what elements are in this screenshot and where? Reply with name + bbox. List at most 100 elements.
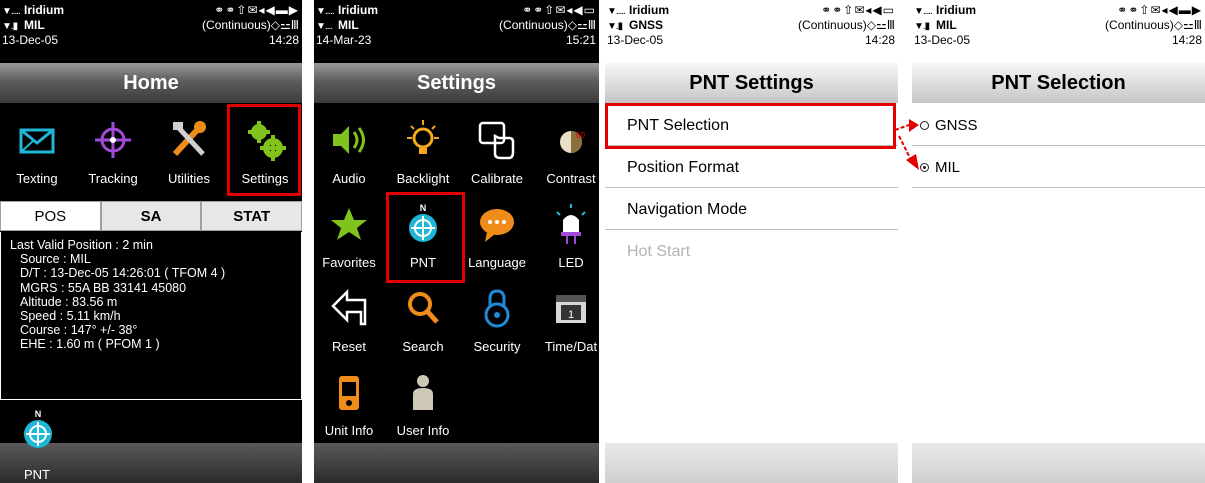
texting-label: Texting — [16, 171, 58, 186]
date-label: 13-Dec-05 — [2, 33, 59, 47]
envelope-icon — [19, 128, 55, 154]
pnt-selection-highlight — [605, 103, 896, 149]
tab-stat[interactable]: STAT — [201, 201, 302, 231]
reset-button[interactable]: Reset — [314, 278, 386, 362]
option-mil-label: MIL — [935, 159, 961, 176]
menu-item-navigation-mode[interactable]: Navigation Mode — [605, 189, 898, 230]
utilities-label: Utilities — [168, 171, 210, 186]
favorites-button[interactable]: Favorites — [314, 194, 386, 278]
led-icon — [556, 204, 586, 244]
info-ehe: EHE : 1.60 m ( PFOM 1 ) — [20, 337, 160, 352]
magnifier-icon — [408, 292, 439, 324]
audio-button[interactable]: Audio — [314, 110, 386, 194]
option-mil[interactable]: MIL — [912, 147, 1205, 188]
status-icons: ⚭⚭⇧✉◂◀▭ — [821, 3, 895, 17]
star-icon — [331, 208, 367, 240]
calibrate-button[interactable]: Calibrate — [460, 110, 534, 194]
signal-bars-icon: ▼.▮ — [914, 21, 930, 32]
touch-icon — [478, 121, 515, 160]
menu-item-position-format[interactable]: Position Format — [605, 147, 898, 188]
signal-icon: ▼..... — [607, 6, 626, 17]
tracking-button[interactable]: Tracking — [76, 110, 150, 194]
back-arrow-icon — [331, 288, 367, 326]
mode-label: MIL — [338, 18, 359, 32]
signal-icon: ▼..... — [2, 6, 21, 17]
status-right: ⚭⚭⇧✉◂◀▭ (Continuous)◇⚍Ⅲ 15:21 — [499, 4, 596, 49]
time-date-button[interactable]: 1 Time/Dat — [534, 278, 599, 362]
tracking-mode-label: (Continuous) — [1105, 18, 1174, 32]
user-icon — [413, 375, 433, 410]
info-mgrs: MGRS : 55A BB 33141 45080 — [20, 280, 187, 295]
pnt-icon: N — [24, 409, 52, 448]
page-title: Settings — [314, 63, 599, 103]
tab-sa[interactable]: SA — [100, 201, 202, 231]
pnt-shortcut-button[interactable]: N PNT — [10, 404, 66, 483]
user-info-button[interactable]: User Info — [386, 362, 460, 446]
page-title: PNT Selection — [912, 63, 1205, 103]
utilities-button[interactable]: Utilities — [152, 110, 226, 194]
lock-icon — [484, 289, 510, 328]
svg-text:1: 1 — [568, 309, 574, 321]
language-button[interactable]: Language — [460, 194, 534, 278]
svg-text:N: N — [35, 409, 42, 419]
crosshair-icon — [95, 122, 131, 158]
mode-label: GNSS — [629, 18, 664, 32]
home-screen: ▼..... Iridium ▼.▮ MIL 13-Dec-05 ⚭⚭⇧✉◂◀▬▶ … — [0, 0, 302, 483]
signal-icon: ▼..... — [316, 6, 335, 17]
security-button[interactable]: Security — [460, 278, 534, 362]
time-label: 15:21 — [565, 33, 596, 47]
status-bar: ▼..... Iridium ▼.... MIL 14-Mar-23 ⚭⚭⇧✉◂◀▭… — [314, 0, 599, 62]
unit-info-button[interactable]: Unit Info — [314, 362, 386, 446]
status-icons: ⚭⚭⇧✉◂◀▬▶ — [214, 3, 299, 17]
info-course: Course : 147° +/- 38° — [20, 323, 138, 338]
signal-bars-icon: ▼.▮ — [2, 21, 18, 32]
speaker-icon — [333, 126, 365, 154]
gps-icon: ◇⚍Ⅲ — [270, 18, 299, 32]
info-altitude: Altitude : 83.56 m — [20, 294, 118, 309]
bulb-icon — [407, 120, 439, 154]
mode-label: MIL — [936, 18, 957, 32]
status-right: ⚭⚭⇧✉◂◀▭ (Continuous)◇⚍Ⅲ 14:28 — [798, 4, 895, 49]
status-left: ▼..... Iridium ▼.▮ GNSS 13-Dec-05 — [607, 4, 669, 49]
status-left: ▼..... Iridium ▼.▮ MIL 13-Dec-05 — [914, 4, 976, 49]
time-date-label: Time/Dat — [544, 339, 598, 354]
pnt-highlight — [386, 192, 465, 283]
tracking-mode-label: (Continuous) — [798, 18, 867, 32]
contrast-icon: 60 — [560, 131, 585, 153]
gps-icon: ◇⚍Ⅲ — [1173, 18, 1202, 32]
search-button[interactable]: Search — [386, 278, 460, 362]
time-label: 14:28 — [864, 33, 895, 47]
tracking-label: Tracking — [88, 171, 138, 186]
signal-icon: ▼..... — [914, 6, 933, 17]
signal-bars-icon: ▼.... — [316, 21, 333, 32]
contrast-button[interactable]: 60 Contrast — [534, 110, 599, 194]
date-label: 13-Dec-05 — [607, 33, 664, 47]
mode-label: MIL — [24, 18, 45, 32]
status-right: ⚭⚭⇧✉◂◀▬▶ (Continuous)◇⚍Ⅲ 14:28 — [1105, 4, 1202, 49]
texting-button[interactable]: Texting — [0, 110, 74, 194]
network-name: Iridium — [338, 3, 379, 17]
network-name: Iridium — [24, 3, 65, 17]
user-info-label: User Info — [396, 423, 450, 438]
status-left: ▼..... Iridium ▼.▮ MIL 13-Dec-05 — [2, 4, 64, 49]
backlight-button[interactable]: Backlight — [386, 110, 460, 194]
led-button[interactable]: LED — [534, 194, 599, 278]
page-title: Home — [0, 63, 302, 103]
tab-pos[interactable]: POS — [0, 201, 101, 231]
info-speed: Speed : 5.11 km/h — [20, 309, 121, 324]
gps-icon: ◇⚍Ⅲ — [567, 18, 596, 32]
bottom-bar — [314, 443, 599, 483]
position-info: Last Valid Position : 2 min Source : MIL… — [10, 238, 300, 352]
settings-highlight — [227, 104, 301, 196]
status-bar: ▼..... Iridium ▼.▮ MIL 13-Dec-05 ⚭⚭⇧✉◂◀▬▶ … — [912, 0, 1205, 62]
page-title: PNT Settings — [605, 63, 898, 103]
time-label: 14:28 — [1171, 33, 1202, 47]
tracking-mode-label: (Continuous) — [202, 18, 271, 32]
option-gnss[interactable]: GNSS — [912, 105, 1205, 146]
menu-item-hot-start: Hot Start — [627, 243, 691, 260]
status-bar: ▼..... Iridium ▼.▮ MIL 13-Dec-05 ⚭⚭⇧✉◂◀▬▶ … — [0, 0, 302, 62]
contrast-label: Contrast — [546, 171, 596, 186]
info-datetime: D/T : 13-Dec-05 14:26:01 ( TFOM 4 ) — [20, 266, 226, 281]
time-label: 14:28 — [268, 33, 299, 47]
date-label: 14-Mar-23 — [316, 33, 372, 47]
